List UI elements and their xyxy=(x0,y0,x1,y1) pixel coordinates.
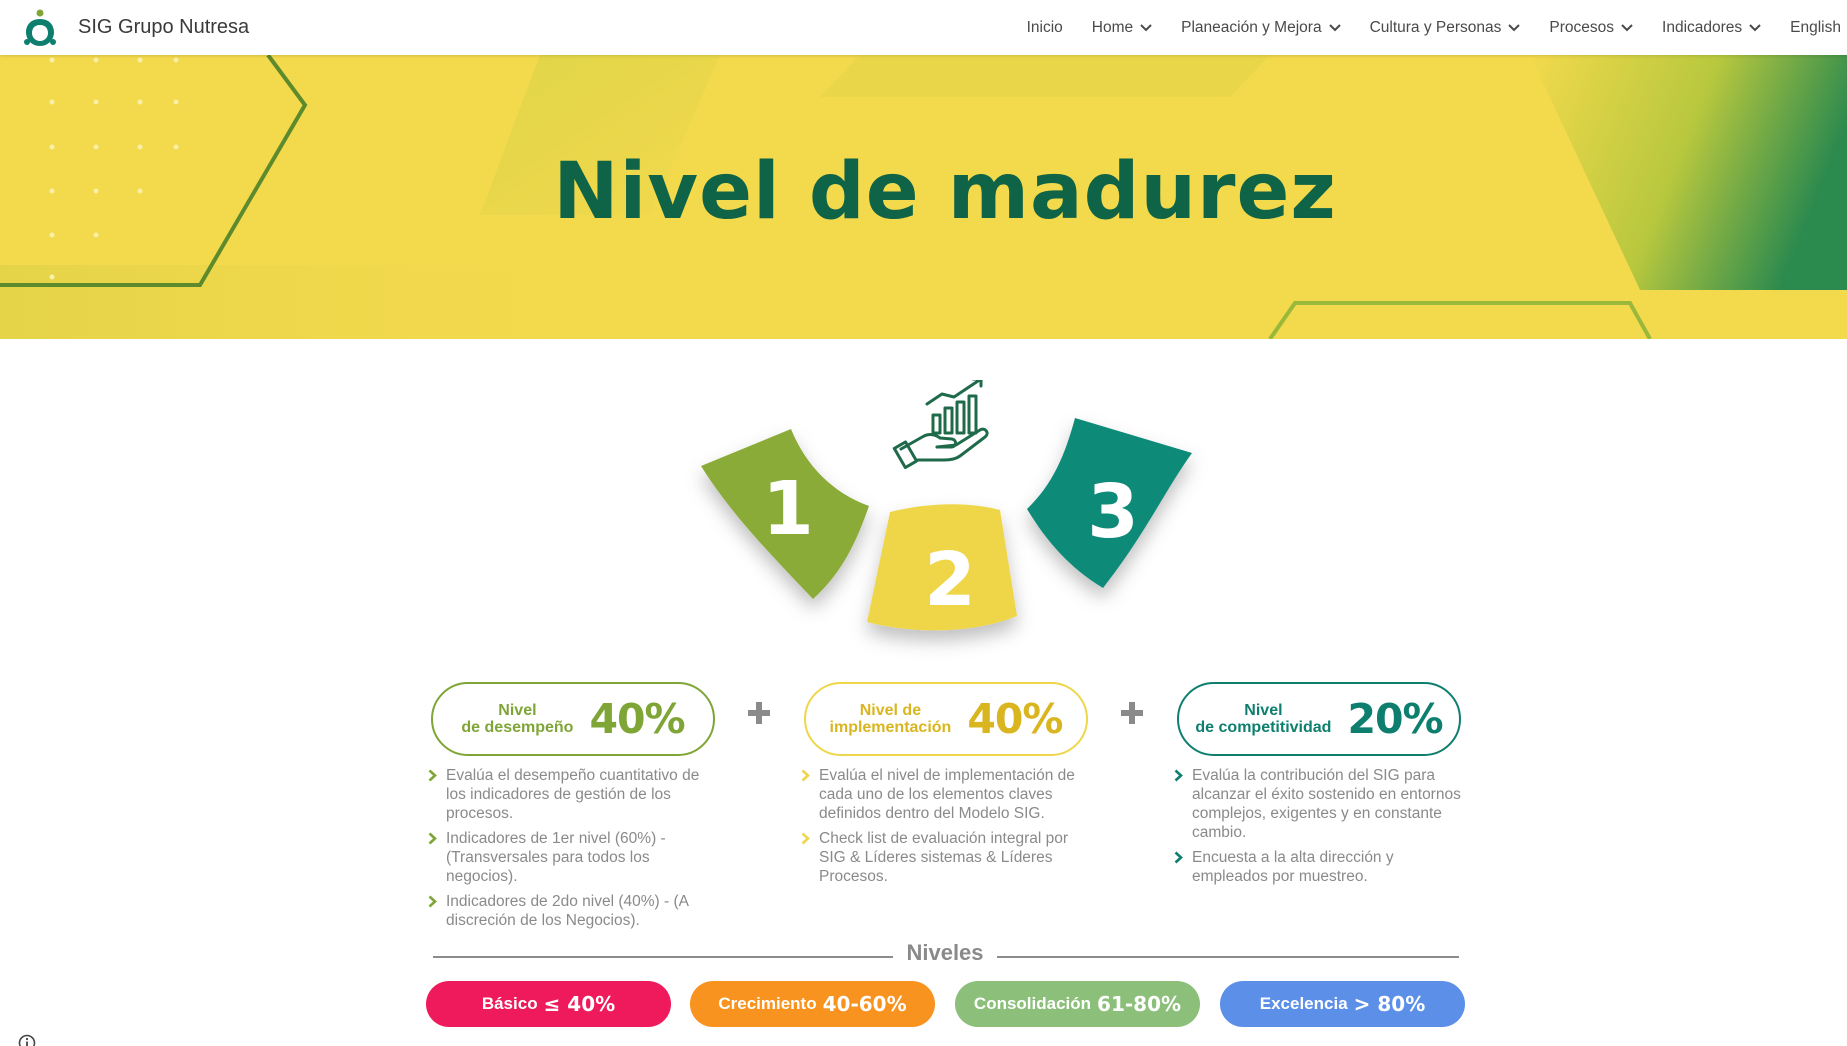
level-crecimiento: Crecimiento 40-60% xyxy=(690,981,935,1027)
plus-icon xyxy=(1121,702,1143,724)
pillar-label: Nivel de desempeño xyxy=(461,702,573,736)
list-item: Indicadores de 2do nivel (40%) - (A disc… xyxy=(426,892,716,930)
nav-label: Inicio xyxy=(1026,18,1063,36)
chevron-down-icon xyxy=(1508,23,1521,31)
bullet-text: Indicadores de 1er nivel (60%) - (Transv… xyxy=(446,830,666,885)
main-menu: Inicio Home Planeación y Mejora Cultura … xyxy=(998,0,1847,55)
divider-line xyxy=(433,956,893,958)
bullet-chevron-icon xyxy=(801,769,810,782)
bullet-chevron-icon xyxy=(1174,851,1183,864)
level-consolidacion: Consolidación 61-80% xyxy=(955,981,1200,1027)
bullet-chevron-icon xyxy=(1174,769,1183,782)
level-excelencia: Excelencia > 80% xyxy=(1220,981,1465,1027)
pillar-percent: 40% xyxy=(967,695,1063,743)
level-range: 40-60% xyxy=(822,992,907,1016)
level-name: Excelencia xyxy=(1259,994,1348,1013)
pillar-label-line1: Nivel xyxy=(1244,702,1283,719)
pillar-label-line1: Nivel xyxy=(498,702,537,719)
pillar-label-line2: de competitividad xyxy=(1195,719,1332,736)
bullet-chevron-icon xyxy=(428,832,437,845)
nav-label: English xyxy=(1790,18,1841,36)
nav-item-home[interactable]: Home xyxy=(1092,19,1152,37)
step-number-1: 1 xyxy=(762,466,814,552)
level-name: Básico xyxy=(481,994,538,1013)
bullet-text: Evalúa el nivel de implementación de cad… xyxy=(819,767,1075,822)
bullet-text: Evalúa la contribución del SIG para alca… xyxy=(1192,767,1461,841)
implementacion-details: Evalúa el nivel de implementación de cad… xyxy=(799,766,1089,892)
nav-item-indicadores[interactable]: Indicadores xyxy=(1662,19,1761,37)
nav-item-english[interactable]: English xyxy=(1790,19,1841,37)
pillar-label: Nivel de competitividad xyxy=(1195,702,1331,736)
page-title: Nivel de madurez xyxy=(553,147,1337,237)
chevron-down-icon xyxy=(1328,23,1341,31)
bullet-chevron-icon xyxy=(801,832,810,845)
level-name: Consolidación xyxy=(973,994,1092,1013)
step-number-2: 2 xyxy=(924,537,976,623)
level-range: ≤ 40% xyxy=(543,992,616,1016)
level-name: Crecimiento xyxy=(718,994,817,1013)
level-range: 61-80% xyxy=(1097,992,1182,1016)
bullet-text: Check list de evaluación integral por SI… xyxy=(819,830,1068,885)
pillar-percent: 40% xyxy=(589,695,685,743)
pillar-label-line1: Nivel de xyxy=(859,702,922,719)
bullet-text: Indicadores de 2do nivel (40%) - (A disc… xyxy=(446,893,689,929)
hero-banner: Nivel de madurez xyxy=(0,55,1847,339)
nav-item-cultura[interactable]: Cultura y Personas xyxy=(1370,19,1521,37)
chevron-down-icon xyxy=(1749,23,1761,31)
desempeno-details: Evalúa el desempeño cuantitativo de los … xyxy=(426,766,716,936)
pillar-label-line2: de desempeño xyxy=(461,719,574,736)
list-item: Evalúa el nivel de implementación de cad… xyxy=(799,766,1089,823)
bullet-text: Evalúa el desempeño cuantitativo de los … xyxy=(446,767,700,822)
list-item: Check list de evaluación integral por SI… xyxy=(799,829,1089,886)
list-item: Evalúa el desempeño cuantitativo de los … xyxy=(426,766,716,823)
top-navigation: SIG Grupo Nutresa Inicio Home Planeación… xyxy=(0,0,1847,55)
nav-label: Indicadores xyxy=(1662,18,1743,36)
divider-line xyxy=(997,956,1459,958)
maturity-steps-graphic: 1 2 3 xyxy=(680,377,1220,670)
level-basico: Básico ≤ 40% xyxy=(426,981,671,1027)
bullet-chevron-icon xyxy=(428,769,437,782)
competitividad-details: Evalúa la contribución del SIG para alca… xyxy=(1172,766,1472,892)
list-item: Encuesta a la alta dirección y empleados… xyxy=(1172,848,1472,886)
bullet-text: Encuesta a la alta dirección y empleados… xyxy=(1192,849,1394,885)
nav-label: Procesos xyxy=(1549,18,1615,36)
site-name: SIG Grupo Nutresa xyxy=(78,16,250,38)
nav-label: Cultura y Personas xyxy=(1369,18,1502,36)
nav-item-planeacion[interactable]: Planeación y Mejora xyxy=(1181,18,1341,37)
chevron-down-icon xyxy=(1621,23,1633,31)
step-number-3: 3 xyxy=(1087,469,1139,555)
list-item: Indicadores de 1er nivel (60%) - (Transv… xyxy=(426,829,716,886)
pillar-label-line2: implementación xyxy=(829,719,952,736)
site-brand[interactable]: SIG Grupo Nutresa xyxy=(18,6,249,50)
logo-icon xyxy=(24,9,56,46)
pillar-percent: 20% xyxy=(1347,695,1443,743)
info-icon[interactable] xyxy=(18,1034,36,1046)
pillar-desempeno: Nivel de desempeño 40% xyxy=(431,682,715,756)
pillar-competitividad: Nivel de competitividad 20% xyxy=(1177,682,1461,756)
nav-label: Home xyxy=(1091,18,1134,36)
nav-item-procesos[interactable]: Procesos xyxy=(1549,19,1633,37)
pillar-implementacion: Nivel de implementación 40% xyxy=(804,682,1088,756)
bullet-chevron-icon xyxy=(428,895,437,908)
list-item: Evalúa la contribución del SIG para alca… xyxy=(1172,766,1472,842)
growth-hand-icon xyxy=(892,377,989,470)
niveles-title: Niveles xyxy=(906,940,984,965)
pillar-label: Nivel de implementación xyxy=(830,702,952,736)
level-range: > 80% xyxy=(1353,992,1426,1016)
nav-item-inicio[interactable]: Inicio xyxy=(1027,19,1063,37)
chevron-down-icon xyxy=(1140,23,1152,31)
nav-label: Planeación y Mejora xyxy=(1181,18,1322,36)
plus-icon xyxy=(748,702,770,724)
